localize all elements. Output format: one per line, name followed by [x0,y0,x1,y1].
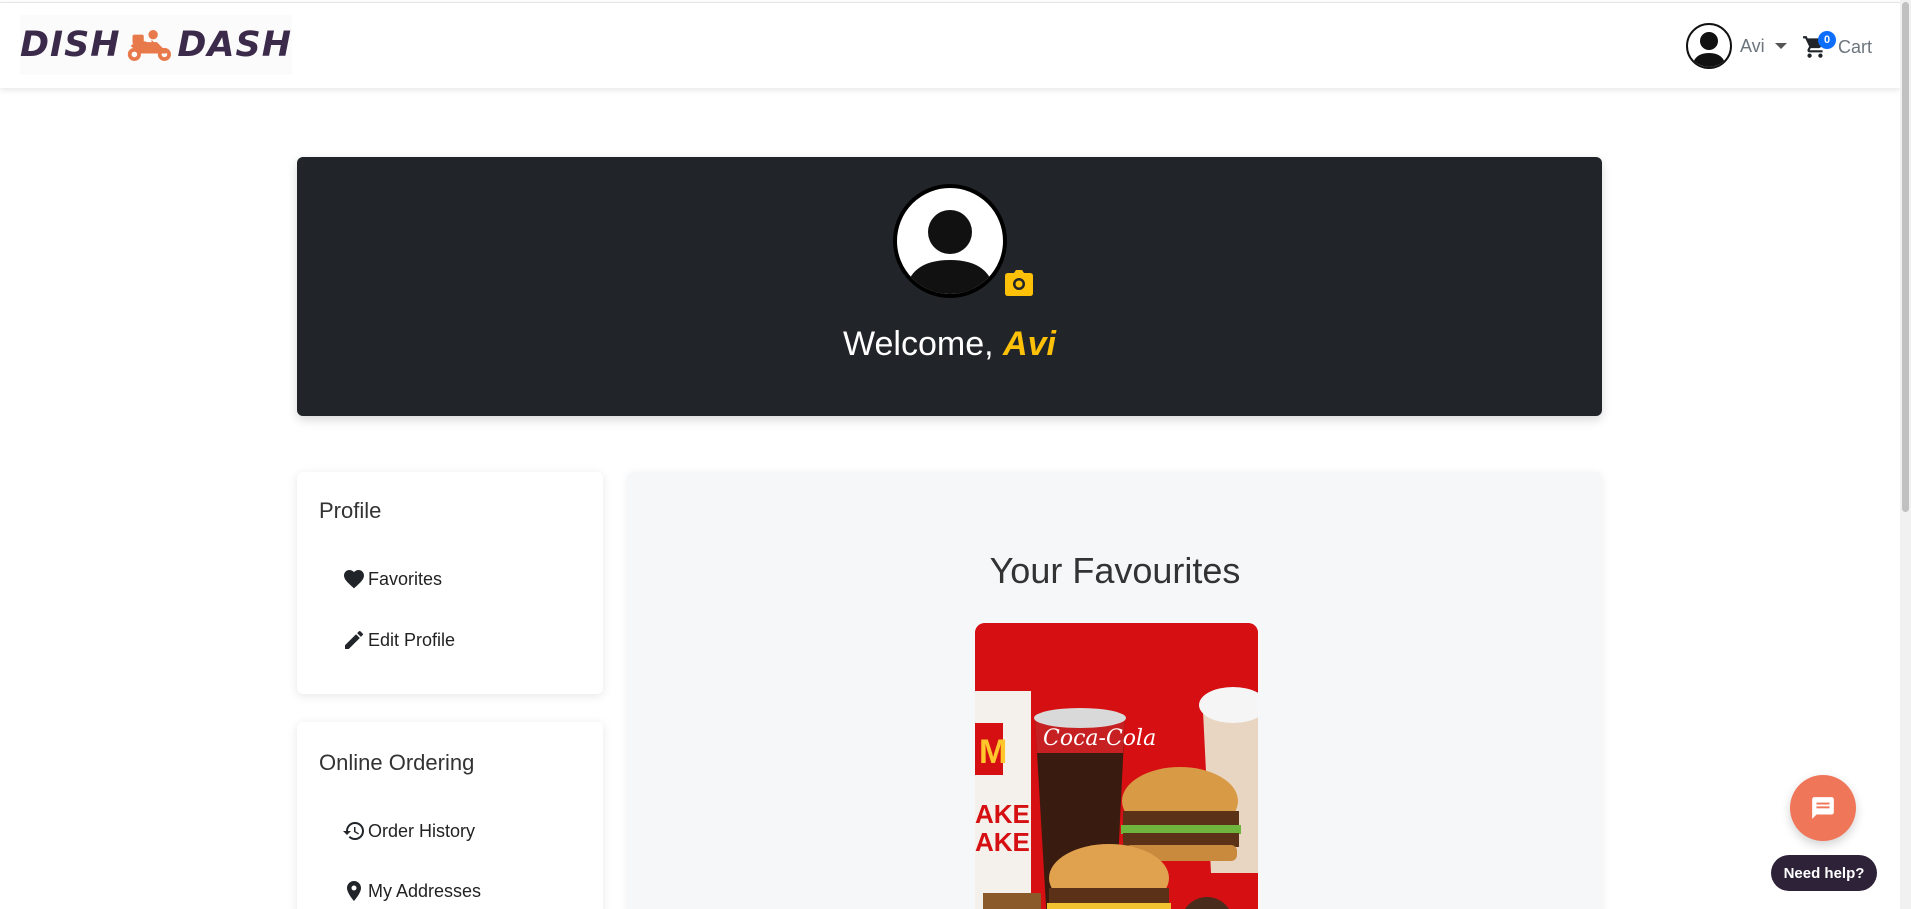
scooter-icon [127,29,171,61]
logo-text-right: DASH [177,25,292,65]
chat-button[interactable] [1790,775,1856,841]
profile-card-title: Profile [319,498,382,523]
favourite-item-card[interactable]: M AKE AKE Coca-Cola [975,623,1258,909]
scrollbar-thumb[interactable] [1902,2,1909,512]
ordering-card-title: Online Ordering [319,750,475,775]
location-pin-icon [347,881,361,901]
welcome-heading: Welcome, Avi [297,325,1602,364]
sidebar-item-label: My Addresses [368,880,482,901]
user-silhouette-icon [905,210,995,294]
logo-text-left: DISH [20,25,121,65]
heart-icon [344,570,364,589]
cart-link[interactable]: 0 Cart [1802,27,1872,67]
user-menu-dropdown[interactable]: Avi [1686,23,1787,69]
history-icon [343,822,364,840]
welcome-banner: Welcome, Avi [297,157,1602,416]
sidebar-item-order-history[interactable]: Order History [342,819,475,843]
change-photo-button[interactable] [1004,269,1034,297]
avatar [1686,23,1732,69]
sidebar-item-label: Order History [368,820,476,841]
page-scrollbar[interactable] [1900,0,1911,909]
user-name: Avi [1740,35,1765,56]
profile-card: Profile Favorites Edit Profile [297,472,603,694]
profile-photo [893,184,1007,298]
sidebar-item-label: Edit Profile [368,629,456,650]
chevron-down-icon [1774,43,1787,49]
sidebar-item-favorites[interactable]: Favorites [342,567,442,591]
chat-bubble-icon [1812,797,1834,819]
user-silhouette-icon [1692,32,1726,67]
sidebar-item-edit-profile[interactable]: Edit Profile [342,628,455,652]
camera-icon [1005,270,1033,296]
need-help-label[interactable]: Need help? [1771,855,1877,891]
cart-label: Cart [1838,36,1873,57]
favourites-panel: Your Favourites M AKE AKE Coca-Cola [628,472,1602,909]
pencil-icon [345,630,364,649]
cart-count-badge: 0 [1818,31,1836,49]
svg-text:Coca-Cola: Coca-Cola [1043,726,1156,751]
top-navbar: DISH DASH Avi 0 Cart [0,2,1900,88]
welcome-user-name: Avi [1003,325,1056,363]
favourites-title: Your Favourites [989,550,1241,591]
sidebar-item-label: Favorites [368,568,443,589]
svg-text:M: M [979,733,1007,771]
favourite-food-image: M AKE AKE Coca-Cola [975,623,1258,909]
dishdash-logo[interactable]: DISH DASH [20,15,292,75]
online-ordering-card: Online Ordering Order History My Address… [297,722,603,909]
svg-text:AKE: AKE [975,827,1030,857]
sidebar-item-my-addresses[interactable]: My Addresses [342,879,481,903]
welcome-prefix: Welcome, [843,325,994,363]
svg-text:AKE: AKE [975,799,1030,829]
